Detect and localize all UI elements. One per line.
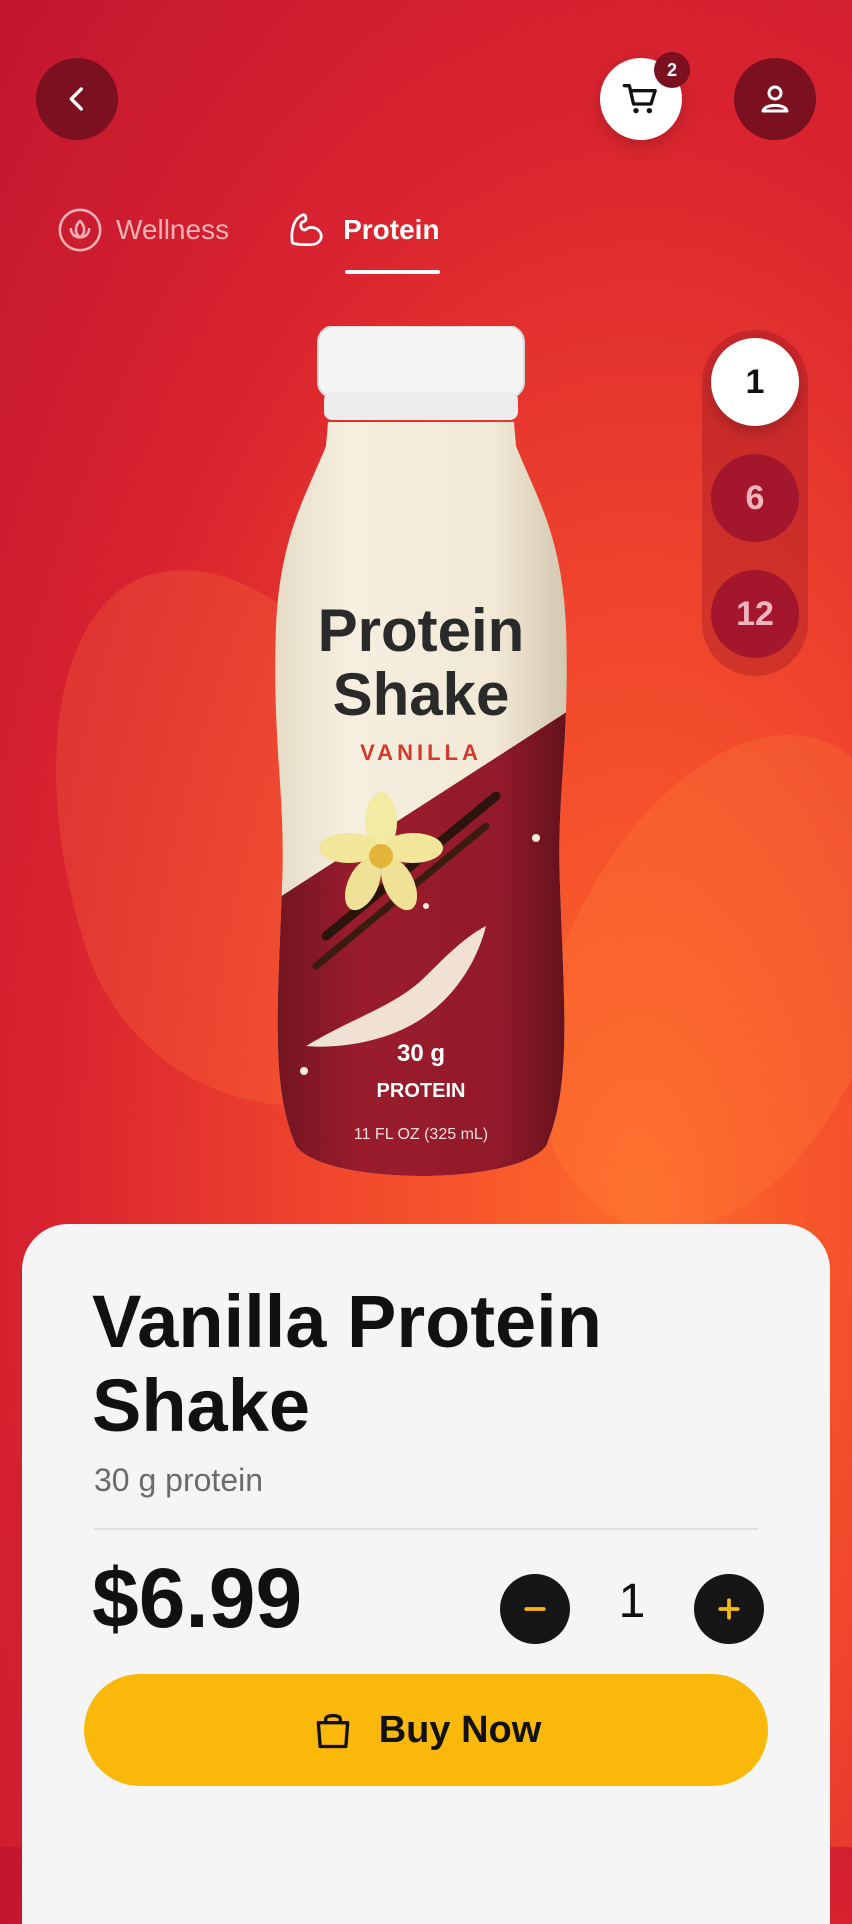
cart-icon <box>622 84 657 114</box>
buy-now-button[interactable]: Buy Now <box>84 1674 768 1786</box>
shopping-bag-icon <box>316 1713 350 1749</box>
pack-size-option-12[interactable]: 12 <box>711 570 799 658</box>
product-title: Vanilla Protein Shake <box>92 1280 602 1447</box>
cart-button[interactable]: 2 <box>600 52 690 140</box>
tab-protein[interactable]: Protein <box>285 208 440 274</box>
pack-size-selector: 1 6 12 <box>702 330 808 676</box>
minus-icon <box>524 1607 546 1611</box>
profile-button[interactable] <box>734 58 816 140</box>
cart-count-badge: 2 <box>654 52 690 88</box>
tab-protein-label: Protein <box>343 214 440 245</box>
bottle-brand-line1: Protein <box>317 597 525 664</box>
quantity-value: 1 <box>618 1575 646 1628</box>
plus-icon <box>718 1598 740 1620</box>
product-subtitle: 30 g protein <box>94 1462 264 1498</box>
category-tabs: Wellness Protein <box>58 208 440 274</box>
bottle-flavor: VANILLA <box>360 740 482 765</box>
bottle-volume: 11 FL OZ (325 mL) <box>353 1126 489 1143</box>
decrease-quantity-button[interactable] <box>500 1574 570 1644</box>
active-tab-indicator <box>345 270 440 274</box>
back-button[interactable] <box>36 58 118 140</box>
muscle-icon <box>290 213 323 247</box>
product-image: Protein Shake VANILLA 30 g PROTEIN 11 FL… <box>266 326 576 1196</box>
product-card: Vanilla Protein Shake 30 g protein $6.99… <box>22 1224 830 1924</box>
bottle-protein-label: PROTEIN <box>376 1080 466 1102</box>
tab-wellness[interactable]: Wellness <box>58 208 229 252</box>
chevron-left-icon <box>69 87 83 111</box>
product-price: $6.99 <box>92 1551 303 1645</box>
lotus-icon <box>58 208 102 252</box>
increase-quantity-button[interactable] <box>694 1574 764 1644</box>
tab-wellness-label: Wellness <box>116 214 230 245</box>
divider <box>94 1528 758 1530</box>
pack-size-option-6[interactable]: 6 <box>711 454 799 542</box>
bottle-protein-amount: 30 g <box>396 1040 446 1067</box>
user-icon <box>761 85 789 113</box>
pack-size-option-1[interactable]: 1 <box>711 338 799 426</box>
buy-now-label: Buy Now <box>378 1708 542 1751</box>
bottle-brand-line2: Shake <box>332 661 510 728</box>
